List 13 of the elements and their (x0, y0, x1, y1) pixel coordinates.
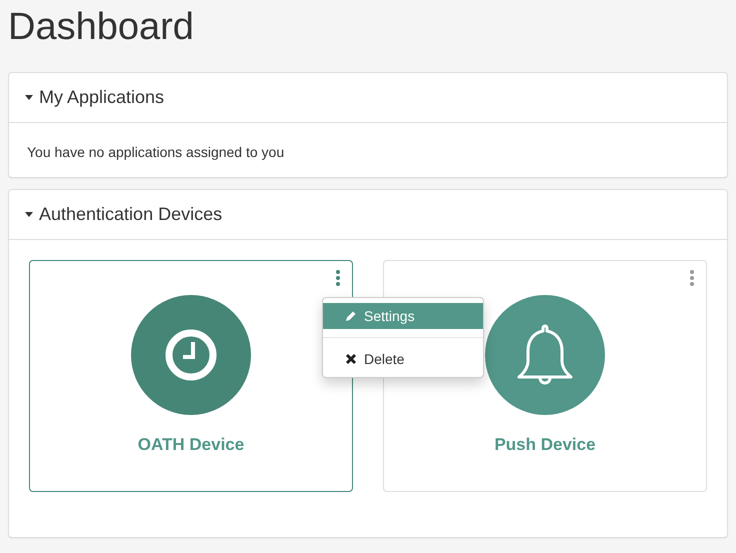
empty-message: You have no applications assigned to you (26, 143, 286, 162)
page-title: Dashboard (8, 5, 194, 50)
panel-title[interactable]: Authentication Devices (39, 204, 222, 225)
delete-icon (345, 353, 357, 365)
panel-title[interactable]: My Applications (39, 87, 164, 108)
caret-icon[interactable] (25, 212, 33, 217)
pencil-icon (345, 310, 357, 322)
caret-icon[interactable] (25, 95, 33, 100)
device-name: OATH Device (138, 435, 244, 455)
more-icon[interactable] (690, 270, 694, 286)
clock-icon (165, 329, 217, 381)
more-icon[interactable] (336, 270, 340, 286)
device-name: Push Device (494, 435, 596, 455)
